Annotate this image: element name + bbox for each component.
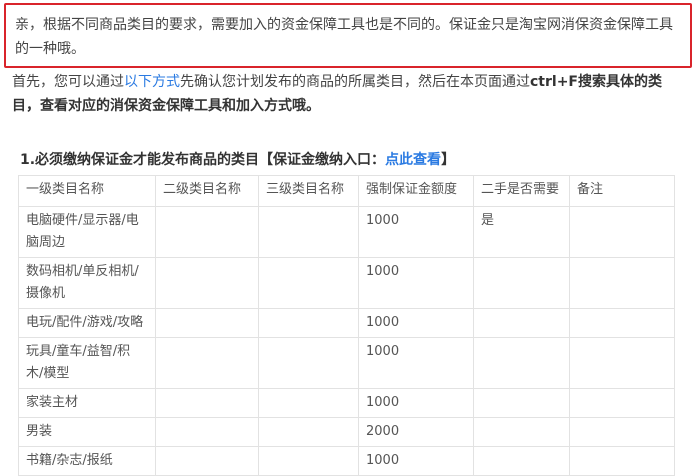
cat1-cell: 数码相机/单反相机/摄像机 (18, 257, 156, 309)
cat2-cell (155, 446, 259, 476)
cat2-cell (155, 308, 259, 338)
secondhand-cell (473, 337, 570, 389)
cat1-cell: 书籍/杂志/报纸 (18, 446, 156, 476)
section-heading: 1.必须缴纳保证金才能发布商品的类目【保证金缴纳入口：点此查看】 (20, 150, 690, 170)
table-row: 男装 2000 (18, 417, 675, 447)
cat3-cell (258, 308, 359, 338)
cat1-cell: 电玩/配件/游戏/攻略 (18, 308, 156, 338)
secondhand-cell (473, 417, 570, 447)
cat2-cell (155, 417, 259, 447)
table-header-row: 一级类目名称 二级类目名称 三级类目名称 强制保证金额度 二手是否需要 备注 (18, 175, 675, 207)
remark-cell (569, 446, 675, 476)
cat1-cell: 家装主材 (18, 388, 156, 418)
following-methods-link[interactable]: 以下方式 (124, 74, 180, 90)
deposit-cell: 1000 (358, 388, 474, 418)
remark-cell (569, 388, 675, 418)
cat1-cell: 男装 (18, 417, 156, 447)
section-title-text: 1.必须缴纳保证金才能发布商品的类目【保证金缴纳入口： (20, 152, 386, 168)
intro-text-2: 先确认您计划发布的商品的所属类目，然后在本页面通过 (180, 74, 530, 90)
table-row: 玩具/童车/益智/积 木/模型 1000 (18, 337, 675, 389)
section-title-close: 】 (441, 152, 456, 168)
highlighted-notice: 亲，根据不同商品类目的要求，需要加入的资金保障工具也是不同的。保证金只是淘宝网消… (4, 3, 692, 68)
table-row: 电玩/配件/游戏/攻略 1000 (18, 308, 675, 338)
deposit-cell: 2000 (358, 417, 474, 447)
secondhand-cell (473, 308, 570, 338)
table-row: 书籍/杂志/报纸 1000 (18, 446, 675, 476)
cat3-cell (258, 337, 359, 389)
table-row: 家装主材 1000 (18, 388, 675, 418)
notice-line-2: 的一种哦。 (15, 41, 85, 57)
secondhand-cell: 是 (473, 206, 570, 258)
table-row: 电脑硬件/显示器/电 脑周边 1000 是 (18, 206, 675, 258)
remark-cell (569, 337, 675, 389)
secondhand-cell (473, 388, 570, 418)
deposit-cell: 1000 (358, 337, 474, 389)
remark-cell (569, 308, 675, 338)
cat3-cell (258, 257, 359, 309)
header-remark: 备注 (569, 175, 675, 207)
deposit-cell: 1000 (358, 206, 474, 258)
header-cat2: 二级类目名称 (155, 175, 259, 207)
cat2-cell (155, 257, 259, 309)
notice-line-1: 亲，根据不同商品类目的要求，需要加入的资金保障工具也是不同的。保证金只是淘宝网消… (15, 17, 673, 33)
cat3-cell (258, 388, 359, 418)
deposit-cell: 1000 (358, 308, 474, 338)
header-secondhand: 二手是否需要 (473, 175, 570, 207)
header-cat1: 一级类目名称 (18, 175, 156, 207)
cat1-cell: 电脑硬件/显示器/电 脑周边 (18, 206, 156, 258)
secondhand-cell (473, 446, 570, 476)
category-table: 一级类目名称 二级类目名称 三级类目名称 强制保证金额度 二手是否需要 备注 电… (18, 175, 675, 476)
cat3-cell (258, 417, 359, 447)
cat1-cell: 玩具/童车/益智/积 木/模型 (18, 337, 156, 389)
view-here-link[interactable]: 点此查看 (385, 152, 441, 168)
intro-bold-2: 目，查看对应的消保资金保障工具和加入方式哦。 (12, 98, 320, 114)
cat2-cell (155, 206, 259, 258)
secondhand-cell (473, 257, 570, 309)
remark-cell (569, 257, 675, 309)
intro-paragraph: 首先，您可以通过以下方式先确认您计划发布的商品的所属类目，然后在本页面通过ctr… (12, 70, 692, 118)
cat2-cell (155, 388, 259, 418)
deposit-cell: 1000 (358, 257, 474, 309)
remark-cell (569, 206, 675, 258)
intro-text-1: 首先，您可以通过 (12, 74, 124, 90)
remark-cell (569, 417, 675, 447)
table-row: 数码相机/单反相机/摄像机 1000 (18, 257, 675, 309)
deposit-cell: 1000 (358, 446, 474, 476)
cat3-cell (258, 446, 359, 476)
header-cat3: 三级类目名称 (258, 175, 359, 207)
header-deposit: 强制保证金额度 (358, 175, 474, 207)
intro-bold-1: ctrl+F搜索具体的类 (530, 74, 662, 90)
cat3-cell (258, 206, 359, 258)
cat2-cell (155, 337, 259, 389)
